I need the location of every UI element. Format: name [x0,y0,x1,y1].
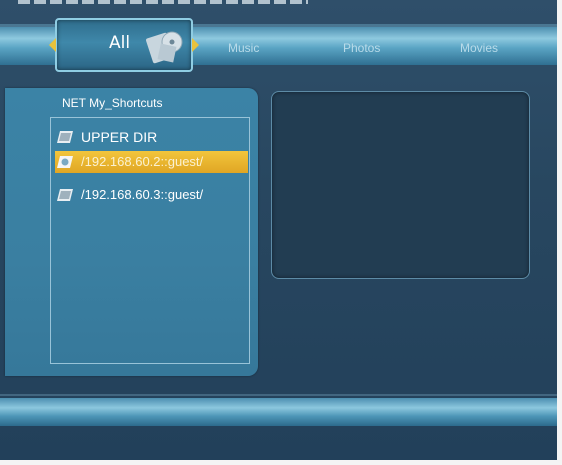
tab-music[interactable]: Music [228,41,259,55]
bottombar-highlight [0,394,557,396]
preview-pane [271,91,530,279]
current-path: NET My_Shortcuts [62,96,163,110]
bottom-bar [0,398,557,426]
tab-photos[interactable]: Photos [343,41,380,55]
folder-icon [57,131,73,143]
list-item-label: UPPER DIR [81,129,158,145]
list-item[interactable]: /192.168.60.3::guest/ [55,184,248,206]
list-item-upper-dir[interactable]: UPPER DIR [55,126,248,148]
folder-icon [57,189,73,201]
tab-all[interactable]: All [49,18,199,72]
tab-all-label: All [109,33,131,53]
network-folder-icon [57,156,73,168]
media-player-screen: All Music Photos Movies NET My_Shortcuts… [0,0,562,465]
frame-border-bottom [0,460,562,465]
arrow-left-icon [49,38,56,52]
list-item-label: /192.168.60.3::guest/ [81,187,204,202]
tab-movies[interactable]: Movies [460,41,498,55]
list-item-selected[interactable]: /192.168.60.2::guest/ [55,151,248,173]
top-decoration [18,0,308,4]
arrow-right-icon [192,38,199,52]
list-item-label: /192.168.60.2::guest/ [81,154,204,169]
frame-border-right [557,0,562,465]
media-collection-icon [146,31,183,64]
